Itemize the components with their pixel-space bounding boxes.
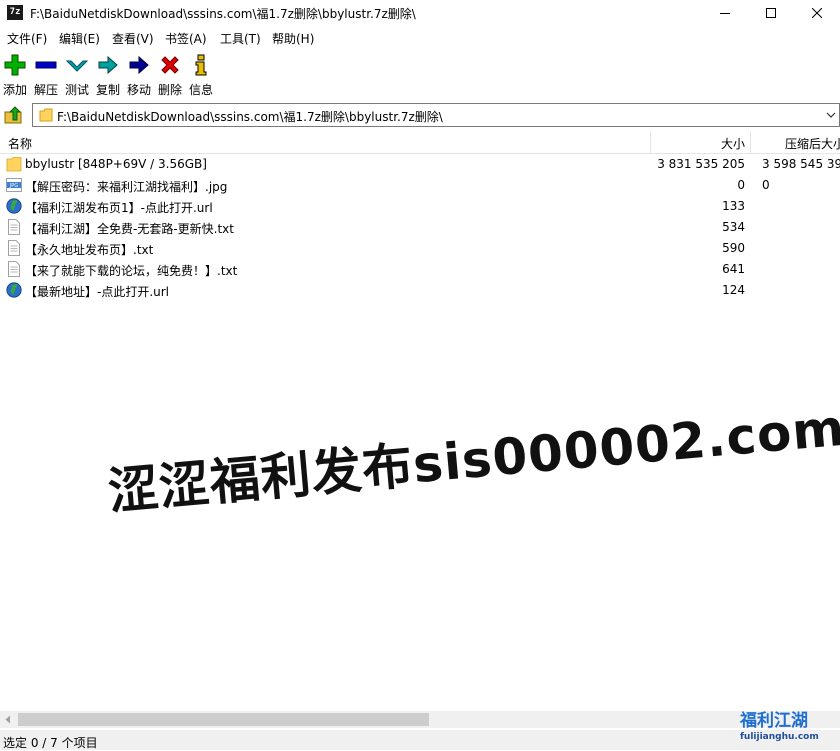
folder-icon [39, 108, 53, 122]
minimize-button[interactable] [702, 0, 748, 26]
extract-button[interactable]: 解压 [31, 52, 61, 98]
maximize-button[interactable] [748, 0, 794, 26]
menu-file[interactable]: 文件(F) [7, 30, 47, 47]
jpg-file-icon: JPG [6, 178, 22, 192]
file-size: 590 [722, 241, 745, 255]
add-button[interactable]: 添加 [0, 52, 30, 98]
table-row[interactable]: 【福利江湖发布页1】-点此打开.url 133 [0, 196, 840, 217]
column-divider[interactable] [650, 131, 651, 153]
minimize-icon [720, 13, 730, 14]
logo-title: 福利江湖 [740, 711, 808, 731]
file-list-header: 名称 大小 压缩后大小 [0, 131, 840, 154]
window-title: F:\BaiduNetdiskDownload\sssins.com\福1.7z… [30, 7, 416, 21]
text-file-icon [8, 219, 20, 235]
address-path: F:\BaiduNetdiskDownload\sssins.com\福1.7z… [57, 110, 443, 124]
scrollbar-thumb[interactable] [18, 713, 429, 726]
file-name: 【解压密码：来福利江湖找福利】.jpg [25, 180, 228, 194]
status-bar: 选定 0 / 7 个项目 [0, 730, 840, 750]
close-icon [812, 8, 822, 18]
url-globe-icon [6, 282, 22, 298]
menu-help[interactable]: 帮助(H) [272, 30, 314, 47]
column-packed-size[interactable]: 压缩后大小 [785, 135, 840, 152]
file-name: 【福利江湖发布页1】-点此打开.url [25, 201, 213, 215]
app-7z-icon: 7z [7, 5, 23, 20]
test-button[interactable]: 测试 [62, 52, 92, 98]
file-size: 0 [737, 178, 745, 192]
file-size: 133 [722, 199, 745, 213]
plus-icon [4, 54, 26, 76]
menu-bookmarks[interactable]: 书签(A) [165, 30, 207, 47]
column-name[interactable]: 名称 [8, 135, 32, 152]
logo-domain: fulijianghu.com [740, 732, 819, 742]
table-row[interactable]: 【永久地址发布页】.txt 590 [0, 238, 840, 259]
folder-icon [6, 157, 22, 172]
maximize-icon [766, 8, 776, 18]
chevron-down-icon[interactable] [825, 109, 837, 121]
table-row[interactable]: JPG 【解压密码：来福利江湖找福利】.jpg 0 0 [0, 175, 840, 196]
horizontal-scrollbar[interactable] [0, 711, 840, 728]
checkmark-icon [66, 60, 88, 72]
file-size: 3 831 535 205 [657, 157, 745, 171]
up-folder-button[interactable] [4, 106, 24, 124]
move-arrow-icon [129, 55, 149, 75]
info-icon [195, 54, 207, 76]
file-size: 534 [722, 220, 745, 234]
menu-view[interactable]: 查看(V) [112, 30, 154, 47]
file-size: 124 [722, 283, 745, 297]
close-button[interactable] [794, 0, 840, 26]
address-bar[interactable]: F:\BaiduNetdiskDownload\sssins.com\福1.7z… [32, 103, 840, 127]
table-row[interactable]: 【最新地址】-点此打开.url 124 [0, 280, 840, 301]
address-row: F:\BaiduNetdiskDownload\sssins.com\福1.7z… [0, 102, 840, 128]
menu-edit[interactable]: 编辑(E) [59, 30, 100, 47]
delete-x-icon [161, 56, 179, 74]
file-name: bbylustr [848P+69V / 3.56GB] [25, 157, 207, 171]
text-file-icon [8, 240, 20, 256]
menu-bar: 文件(F) 编辑(E) 查看(V) 书签(A) 工具(T) 帮助(H) [0, 27, 840, 47]
file-name: 【永久地址发布页】.txt [25, 243, 154, 257]
file-name: 【最新地址】-点此打开.url [25, 285, 170, 299]
table-row[interactable]: bbylustr [848P+69V / 3.56GB] 3 831 535 2… [0, 154, 840, 175]
site-logo: 福利江湖 fulijianghu.com [740, 706, 838, 748]
text-file-icon [8, 261, 20, 277]
watermark-text: 涩涩福利发布sis000002.com [105, 398, 840, 521]
file-packed-size: 3 598 545 392 [762, 157, 840, 171]
title-bar: 7z F:\BaiduNetdiskDownload\sssins.com\福1… [0, 0, 840, 26]
column-size[interactable]: 大小 [721, 135, 745, 152]
up-arrow-folder-icon [4, 106, 22, 124]
file-name: 【福利江湖】全免费-无套路-更新快.txt [25, 222, 234, 236]
table-row[interactable]: 【福利江湖】全免费-无套路-更新快.txt 534 [0, 217, 840, 238]
toolbar: 添加 解压 测试 复制 移动 删除 信息 [0, 50, 840, 100]
file-packed-size: 0 [762, 178, 770, 192]
minus-icon [35, 61, 57, 69]
file-size: 641 [722, 262, 745, 276]
file-name: 【来了就能下载的论坛，纯免费！】.txt [25, 264, 238, 278]
info-button[interactable]: 信息 [186, 52, 216, 98]
copy-button[interactable]: 复制 [93, 52, 123, 98]
file-list: bbylustr [848P+69V / 3.56GB] 3 831 535 2… [0, 154, 840, 301]
status-text: 选定 0 / 7 个项目 [3, 736, 98, 750]
move-button[interactable]: 移动 [124, 52, 154, 98]
delete-button[interactable]: 删除 [155, 52, 185, 98]
url-globe-icon [6, 198, 22, 214]
menu-tools[interactable]: 工具(T) [220, 30, 261, 47]
column-divider[interactable] [750, 131, 751, 153]
svg-text:JPG: JPG [9, 183, 18, 189]
copy-arrow-icon [98, 55, 118, 75]
scroll-left-icon[interactable] [4, 715, 12, 724]
table-row[interactable]: 【来了就能下载的论坛，纯免费！】.txt 641 [0, 259, 840, 280]
